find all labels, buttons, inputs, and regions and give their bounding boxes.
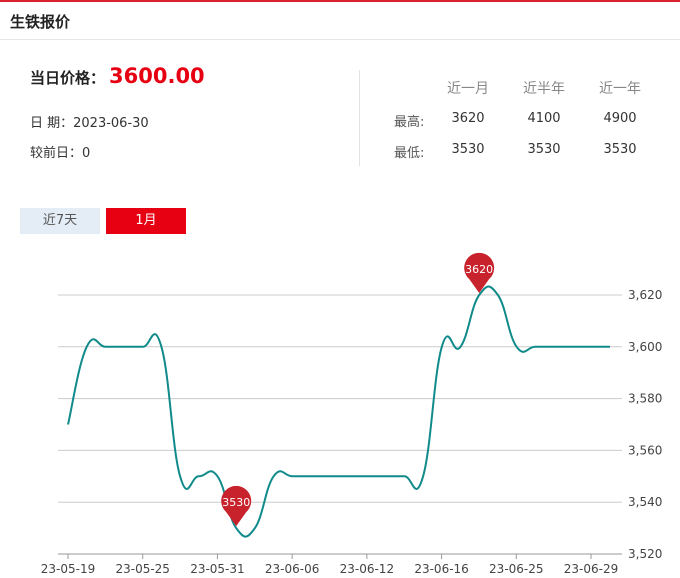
stats-high-year: 4900 bbox=[603, 111, 637, 126]
stats-header-month: 近一月 bbox=[447, 81, 489, 97]
today-price-value: 3600.00 bbox=[109, 64, 205, 88]
y-tick-label: 3,600 bbox=[628, 340, 662, 354]
x-tick-label: 23-06-12 bbox=[340, 562, 394, 576]
price-line-chart: 3,520 3,540 3,560 3,580 3,600 3,620 23-05-19 2… bbox=[41, 252, 662, 576]
today-price-label: 当日价格： bbox=[30, 69, 106, 87]
series-line bbox=[67, 285, 610, 538]
stats-low-month: 3530 bbox=[451, 142, 485, 157]
min-pin-label: 3530 bbox=[222, 496, 250, 509]
panel-title: 生铁报价 bbox=[10, 13, 71, 31]
stats-header-halfyear: 近半年 bbox=[523, 81, 565, 97]
stats-high-month: 3620 bbox=[451, 111, 485, 126]
stats-high-halfyear: 4100 bbox=[527, 111, 561, 126]
x-tick-label: 23-05-19 bbox=[41, 562, 95, 576]
min-pin: 3530 bbox=[221, 485, 252, 527]
x-tick-label: 23-06-06 bbox=[265, 562, 319, 576]
today-summary: 当日价格： 3600.00 日 期：2023-06-30 较前日：0 bbox=[30, 64, 205, 161]
date-text: 日 期：2023-06-30 bbox=[30, 116, 149, 131]
x-tick-label: 23-05-31 bbox=[190, 562, 244, 576]
y-tick-label: 3,520 bbox=[628, 547, 662, 561]
panel-header: 生铁报价 bbox=[0, 2, 680, 40]
x-tick-label: 23-05-25 bbox=[115, 562, 169, 576]
x-tick-label: 23-06-16 bbox=[414, 562, 468, 576]
today-price-row: 当日价格： 3600.00 bbox=[30, 64, 205, 94]
stats-low-year: 3530 bbox=[603, 142, 637, 157]
range-tabs: 近7天 1月 bbox=[20, 208, 186, 234]
max-pin-label: 3620 bbox=[465, 263, 493, 276]
y-tick-label: 3,560 bbox=[628, 443, 662, 457]
change-text: 较前日：0 bbox=[30, 146, 91, 161]
y-tick-label: 3,540 bbox=[628, 495, 662, 509]
y-tick-label: 3,580 bbox=[628, 392, 662, 406]
stats-low-halfyear: 3530 bbox=[527, 142, 561, 157]
tab-1month[interactable]: 1月 bbox=[106, 208, 186, 234]
x-tick-label: 23-06-29 bbox=[564, 562, 618, 576]
tab-7days[interactable]: 近7天 bbox=[20, 208, 100, 234]
y-tick-label: 3,620 bbox=[628, 288, 662, 302]
x-tick-label: 23-06-25 bbox=[489, 562, 543, 576]
summary-divider bbox=[359, 70, 360, 166]
stats-header-year: 近一年 bbox=[599, 81, 641, 97]
